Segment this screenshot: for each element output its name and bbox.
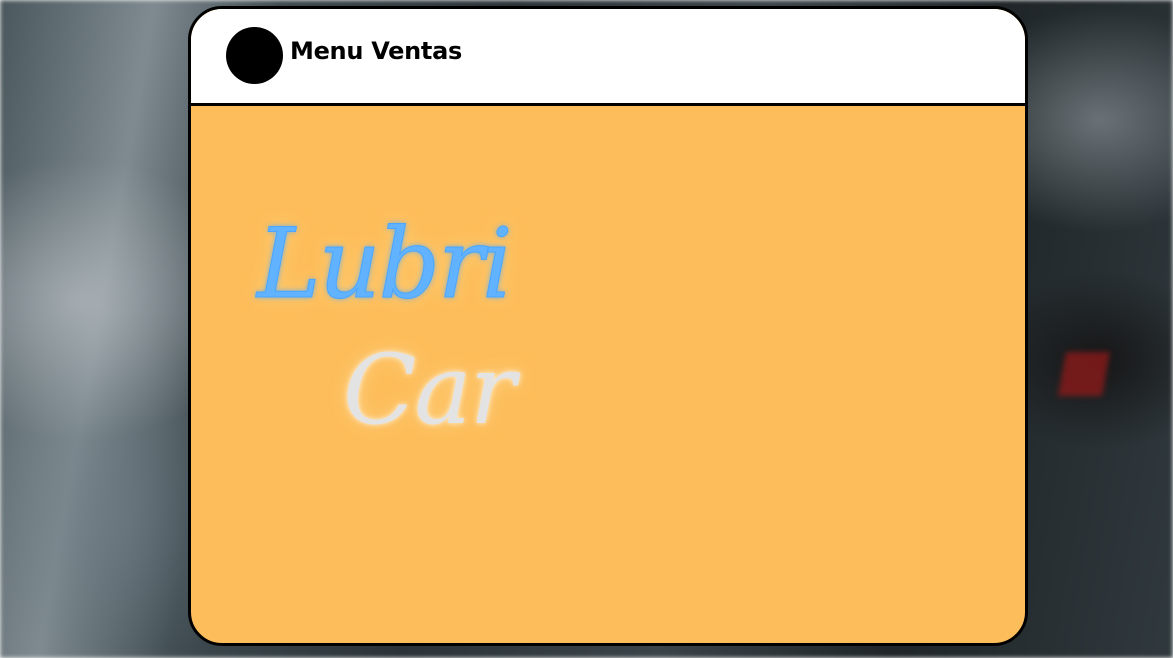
page-title: Menu Ventas: [290, 37, 462, 65]
avatar[interactable]: [226, 27, 283, 84]
logo-text-car: Car: [343, 334, 516, 446]
logo-text-lubri: Lubri: [257, 208, 514, 320]
lubricar-logo: Lubri Car: [251, 216, 551, 476]
background-emblem: [1058, 352, 1110, 396]
card-body: Lubri Car: [191, 106, 1025, 643]
menu-card: Menu Ventas Lubri Car: [188, 6, 1028, 646]
card-header: Menu Ventas: [191, 9, 1025, 106]
